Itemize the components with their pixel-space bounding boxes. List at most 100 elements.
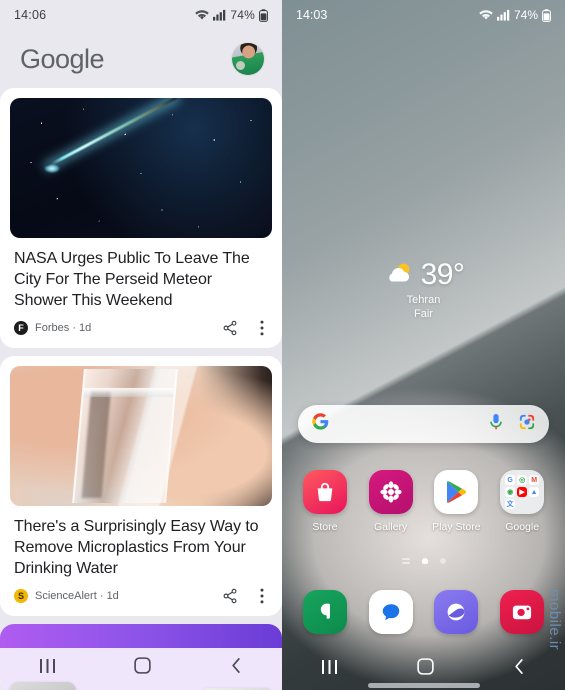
source-name: Forbes xyxy=(35,322,70,334)
mini-chrome-icon: ◎ xyxy=(517,475,528,485)
microphone-icon[interactable] xyxy=(489,413,503,436)
galaxy-store-icon[interactable] xyxy=(302,470,347,514)
back-icon[interactable] xyxy=(512,658,526,680)
source-badge-icon: F xyxy=(14,321,28,335)
weather-temperature: 39° xyxy=(420,258,465,291)
dock-camera[interactable] xyxy=(492,590,552,634)
messages-icon[interactable] xyxy=(368,590,413,634)
app-google-folder[interactable]: G ◎ M ◉ ▶ ▲ 文 Google xyxy=(492,470,552,533)
home-icon[interactable] xyxy=(417,658,434,680)
source-name: ScienceAlert xyxy=(35,590,97,602)
meteor-head-icon xyxy=(44,163,61,173)
status-indicators: 74% xyxy=(195,8,268,22)
gesture-handle[interactable] xyxy=(367,683,480,688)
person-drinking-water-photo[interactable] xyxy=(10,366,272,506)
app-list-icon[interactable] xyxy=(401,558,410,564)
profile-avatar[interactable] xyxy=(232,43,264,75)
right-phone-screen: 14:03 74% 39° Tehran Fair Store Gallery … xyxy=(282,0,565,690)
status-time: 14:06 xyxy=(14,8,47,22)
battery-percent: 74% xyxy=(513,8,538,22)
battery-percent: 74% xyxy=(230,8,255,22)
dock-messages[interactable] xyxy=(361,590,421,634)
card-actions xyxy=(222,588,268,604)
recents-icon[interactable] xyxy=(39,658,57,679)
app-play-store[interactable]: Play Store xyxy=(426,470,486,533)
home-app-grid: Store Gallery Play Store G ◎ M ◉ ▶ ▲ 文 G… xyxy=(292,470,555,533)
source-time: 1d xyxy=(106,590,119,602)
back-icon[interactable] xyxy=(229,657,243,679)
site-watermark: mobile.ir xyxy=(546,588,563,650)
left-phone-screen: 14:06 74% Google NASA Urges Public To Le… xyxy=(0,0,282,690)
app-label: Google xyxy=(505,521,540,533)
source-text: ScienceAlert · 1d xyxy=(35,590,119,602)
card-footer: F Forbes · 1d xyxy=(10,311,272,344)
meteor-streak-icon xyxy=(45,98,177,169)
mini-maps-icon: ◉ xyxy=(505,487,516,497)
google-logo: Google xyxy=(20,43,105,74)
mini-drive-icon: ▲ xyxy=(529,487,540,497)
source-badge-icon: S xyxy=(14,589,28,603)
app-label: Store xyxy=(312,521,338,533)
source-time: 1d xyxy=(79,322,92,334)
share-icon[interactable] xyxy=(222,320,238,336)
dock-internet[interactable] xyxy=(426,590,486,634)
search-actions xyxy=(489,413,535,436)
source-text: Forbes · 1d xyxy=(35,322,91,334)
water-glass-icon xyxy=(72,368,179,504)
more-options-icon[interactable] xyxy=(260,320,264,336)
battery-icon xyxy=(259,8,268,22)
share-icon[interactable] xyxy=(222,588,238,604)
feed-card[interactable]: NASA Urges Public To Leave The City For … xyxy=(0,88,282,348)
source-separator: · xyxy=(99,590,104,602)
partly-cloudy-icon xyxy=(383,261,415,290)
signal-icon xyxy=(213,9,226,21)
right-status-bar: 14:03 74% xyxy=(282,0,565,30)
card-title[interactable]: NASA Urges Public To Leave The City For … xyxy=(10,238,272,311)
source-separator: · xyxy=(72,322,76,334)
feed-card[interactable]: There's a Surprisingly Easy Way to Remov… xyxy=(0,356,282,616)
app-gallery[interactable]: Gallery xyxy=(361,470,421,533)
mini-translate-icon: 文 xyxy=(505,499,516,509)
card-actions xyxy=(222,320,268,336)
dock-phone[interactable] xyxy=(295,590,355,634)
camera-icon[interactable] xyxy=(500,590,545,634)
gallery-icon[interactable] xyxy=(368,470,413,514)
app-store[interactable]: Store xyxy=(295,470,355,533)
wifi-icon xyxy=(195,9,210,21)
play-store-icon[interactable] xyxy=(434,470,479,514)
discover-feed[interactable]: NASA Urges Public To Leave The City For … xyxy=(0,88,282,690)
promo-banner xyxy=(0,624,282,648)
app-label: Gallery xyxy=(373,521,408,533)
more-options-icon[interactable] xyxy=(260,588,264,604)
google-lens-icon[interactable] xyxy=(519,414,535,435)
page-dot-active[interactable] xyxy=(421,558,428,564)
weather-main-row: 39° xyxy=(383,258,465,292)
card-title[interactable]: There's a Surprisingly Easy Way to Remov… xyxy=(10,506,272,579)
weather-condition: Fair xyxy=(414,308,433,320)
page-indicator xyxy=(282,558,565,564)
status-time: 14:03 xyxy=(296,8,328,22)
signal-icon xyxy=(496,9,510,21)
status-indicators: 74% xyxy=(479,8,551,22)
weather-city: Tehran xyxy=(406,294,441,306)
left-status-bar: 14:06 74% xyxy=(0,0,282,30)
meteor-night-sky-photo[interactable] xyxy=(10,98,272,238)
google-folder-icon[interactable]: G ◎ M ◉ ▶ ▲ 文 xyxy=(500,470,545,514)
mini-gmail-icon: M xyxy=(529,475,540,485)
samsung-internet-icon[interactable] xyxy=(434,590,479,634)
recents-icon[interactable] xyxy=(321,659,339,680)
home-icon[interactable] xyxy=(134,657,152,679)
mini-youtube-icon: ▶ xyxy=(517,487,528,497)
page-dot[interactable] xyxy=(439,558,446,564)
battery-icon xyxy=(542,8,551,22)
mini-google-icon: G xyxy=(505,475,516,485)
app-label: Play Store xyxy=(432,521,481,533)
google-search-bar[interactable] xyxy=(298,405,549,443)
phone-icon[interactable] xyxy=(302,590,347,634)
home-dock xyxy=(292,590,555,634)
left-nav-bar xyxy=(0,646,282,690)
card-footer: S ScienceAlert · 1d xyxy=(10,579,272,612)
wifi-icon xyxy=(479,9,493,21)
weather-widget[interactable]: 39° Tehran Fair xyxy=(282,258,565,320)
google-header: Google xyxy=(0,30,282,88)
